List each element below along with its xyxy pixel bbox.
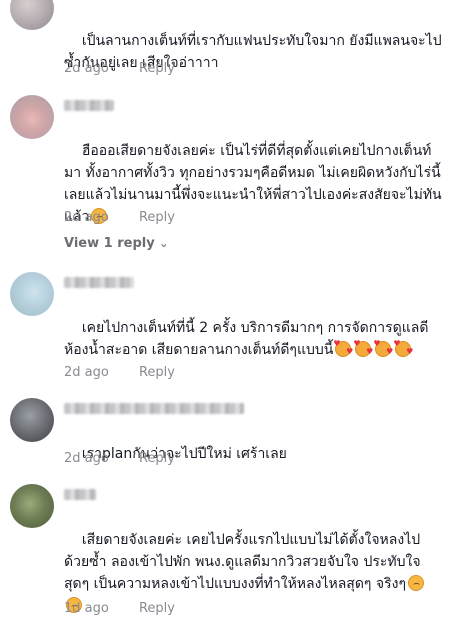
comment-meta: 2d ago Reply: [64, 451, 175, 466]
love-face-icon: [333, 340, 353, 357]
love-face-icon: [393, 340, 413, 357]
username[interactable]: [64, 100, 114, 111]
avatar[interactable]: [10, 272, 54, 316]
username[interactable]: [64, 489, 96, 500]
comment-date: 2d ago: [64, 210, 109, 225]
comment-meta: 1d ago Reply: [64, 601, 175, 616]
reply-button[interactable]: Reply: [139, 601, 175, 616]
username[interactable]: [64, 403, 244, 414]
avatar[interactable]: [10, 484, 54, 528]
reply-button[interactable]: Reply: [139, 210, 175, 225]
comment-text: เป็นลานกางเต็นท์ที่เรากับแฟนประทับใจมาก …: [64, 33, 442, 71]
comment-date: 1d ago: [64, 601, 109, 616]
view-replies-button[interactable]: View 1 reply ⌄: [64, 236, 169, 251]
comment-meta: 2d ago Reply: [64, 61, 175, 76]
username[interactable]: [64, 277, 134, 288]
reply-button[interactable]: Reply: [139, 365, 175, 380]
comment-meta: 2d ago Reply: [64, 365, 175, 380]
comment-date: 2d ago: [64, 451, 109, 466]
view-replies-label: View 1 reply: [64, 236, 155, 251]
reply-button[interactable]: Reply: [139, 61, 175, 76]
avatar[interactable]: [10, 398, 54, 442]
chevron-down-icon: ⌄: [158, 236, 169, 250]
comment-meta: 2d ago Reply: [64, 210, 175, 225]
love-face-icon: [373, 340, 393, 357]
comment-date: 2d ago: [64, 365, 109, 380]
sad-face-icon: [407, 575, 424, 591]
avatar[interactable]: [10, 95, 54, 139]
avatar[interactable]: [10, 0, 54, 30]
comment-text: เสียดายจังเลยค่ะ เคยไปครั้งแรกไปแบบไม่ได…: [64, 507, 444, 639]
comment-date: 2d ago: [64, 61, 109, 76]
reply-button[interactable]: Reply: [139, 451, 175, 466]
love-face-icon: [353, 340, 373, 357]
comment-text: ฮือออเสียดายจังเลยค่ะ เป็นไร่ที่ดีที่สุด…: [64, 143, 442, 225]
